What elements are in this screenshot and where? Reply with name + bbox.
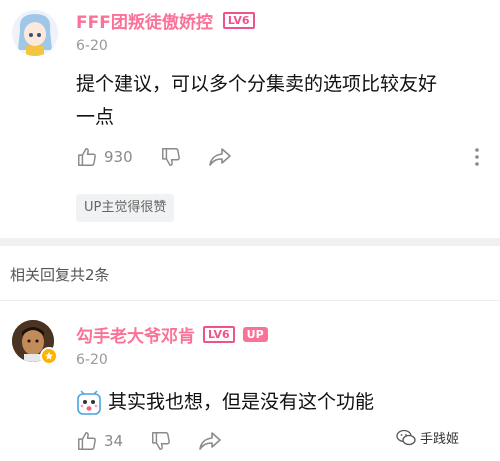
like-count: 34 [104,432,124,450]
dislike-button[interactable] [160,146,182,172]
thumbs-up-icon [78,432,96,450]
like-count: 930 [104,148,133,166]
watermark: 手践姬 [396,428,459,447]
comment-text: 提个建议，可以多个分集卖的选项比较友好 一点 [76,68,496,134]
up-liked-tag: UP主觉得很赞 [76,194,175,222]
comment-text-line: 提个建议，可以多个分集卖的选项比较友好 [76,73,438,95]
wechat-icon [396,429,416,445]
share-button[interactable] [208,146,232,172]
comment-text: 其实我也想，但是没有这个功能 [76,386,374,419]
section-divider [0,238,500,246]
avatar[interactable] [12,10,58,56]
comment-text-line: 一点 [76,106,115,128]
thumbs-down-icon [162,148,180,166]
like-button[interactable]: 930 [76,146,133,168]
comment-date: 6-20 [76,352,108,368]
more-vertical-icon [475,148,479,166]
share-button[interactable] [198,430,222,456]
thumbs-up-icon [78,148,96,166]
comment-date: 6-20 [76,38,108,54]
username[interactable]: 勾手老大爷邓肯 [76,322,195,347]
watermark-text: 手践姬 [420,432,460,447]
dislike-button[interactable] [150,430,172,456]
level-badge: LV6 [222,12,255,29]
replies-header: 相关回复共2条 [10,266,110,284]
share-icon [209,148,231,166]
like-button[interactable]: 34 [76,430,123,452]
thumbs-down-icon [152,432,170,450]
comment-text-line: 其实我也想，但是没有这个功能 [108,391,375,413]
more-menu-button[interactable] [470,146,484,168]
divider-line [0,300,500,301]
username[interactable]: FFF团叛徒傲娇控 [76,8,213,33]
level-badge: LV6 [203,326,235,343]
verified-badge-icon [40,347,58,365]
emoji-icon [77,390,101,415]
share-icon [199,432,221,450]
up-badge: UP [242,327,268,342]
